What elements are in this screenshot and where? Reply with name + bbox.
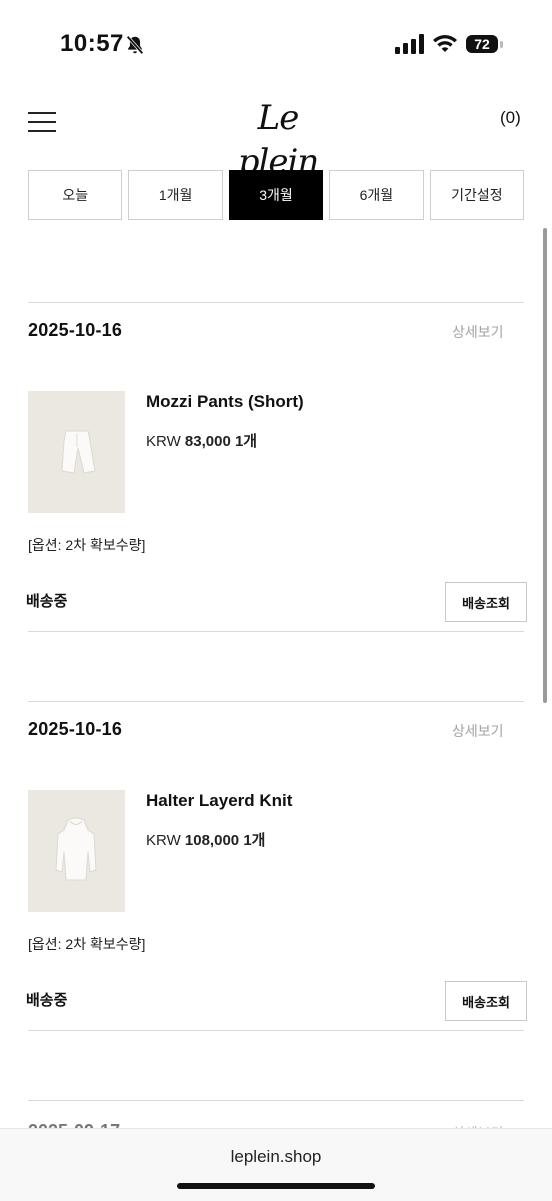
price-line: KRW 108,000 1개	[146, 829, 265, 850]
cellular-signal-icon	[395, 34, 424, 54]
battery-level: 72	[466, 35, 498, 53]
quantity: 1개	[243, 832, 266, 849]
tab-today[interactable]: 오늘	[28, 170, 123, 220]
battery-indicator: 72	[466, 35, 504, 55]
shipping-status: 배송중	[26, 593, 68, 610]
product-name[interactable]: Mozzi Pants (Short)	[146, 392, 304, 412]
product-thumbnail[interactable]	[28, 391, 125, 513]
price-amount: 83,000	[184, 433, 231, 450]
order-date: 2025-10-16	[28, 320, 123, 340]
tab-6-months[interactable]: 6개월	[329, 170, 424, 220]
order-detail-link[interactable]: 상세보기	[452, 721, 504, 741]
product-thumbnail[interactable]	[28, 790, 125, 912]
price-currency: KRW	[146, 433, 181, 450]
tab-3-months[interactable]: 3개월	[228, 170, 324, 220]
battery-tip	[500, 41, 503, 48]
product-option: [옵션: 2차 확보수량]	[28, 537, 146, 553]
price-amount: 108,000	[184, 832, 240, 849]
home-indicator[interactable]	[177, 1183, 375, 1189]
order-divider	[28, 1030, 524, 1031]
status-bar: 10:57 72	[0, 0, 552, 88]
knit-image	[55, 817, 97, 881]
scrollbar-thumb[interactable]	[543, 228, 547, 703]
site-header: Le plein (0)	[0, 90, 552, 182]
price-line: KRW 83,000 1개	[146, 430, 257, 451]
site-logo[interactable]: Le plein	[216, 96, 340, 182]
cart-count[interactable]: (0)	[500, 108, 521, 128]
bell-muted-icon	[126, 35, 144, 55]
tab-custom-period[interactable]: 기간설정	[429, 170, 525, 220]
order-divider	[28, 302, 524, 303]
price-currency: KRW	[146, 832, 181, 849]
track-shipment-button[interactable]: 배송조회	[445, 981, 527, 1021]
quantity: 1개	[234, 433, 258, 450]
status-time: 10:57	[60, 30, 124, 57]
tab-1-month[interactable]: 1개월	[128, 170, 223, 220]
wifi-icon	[433, 35, 457, 52]
order-date: 2025-10-16	[28, 719, 123, 739]
product-name[interactable]: Halter Layerd Knit	[146, 791, 292, 811]
menu-icon[interactable]	[28, 112, 56, 132]
order-detail-link[interactable]: 상세보기	[452, 322, 504, 342]
track-shipment-button[interactable]: 배송조회	[445, 582, 527, 622]
url-text[interactable]: leplein.shop	[0, 1147, 552, 1167]
order-divider	[28, 631, 524, 632]
period-tabs: 오늘 1개월 3개월 6개월 기간설정	[28, 170, 525, 220]
product-option: [옵션: 2차 확보수량]	[28, 936, 146, 952]
browser-address-bar[interactable]: leplein.shop	[0, 1128, 552, 1201]
pants-image	[61, 430, 96, 474]
order-divider	[28, 701, 524, 702]
shipping-status: 배송중	[26, 992, 68, 1009]
order-divider	[28, 1100, 524, 1101]
